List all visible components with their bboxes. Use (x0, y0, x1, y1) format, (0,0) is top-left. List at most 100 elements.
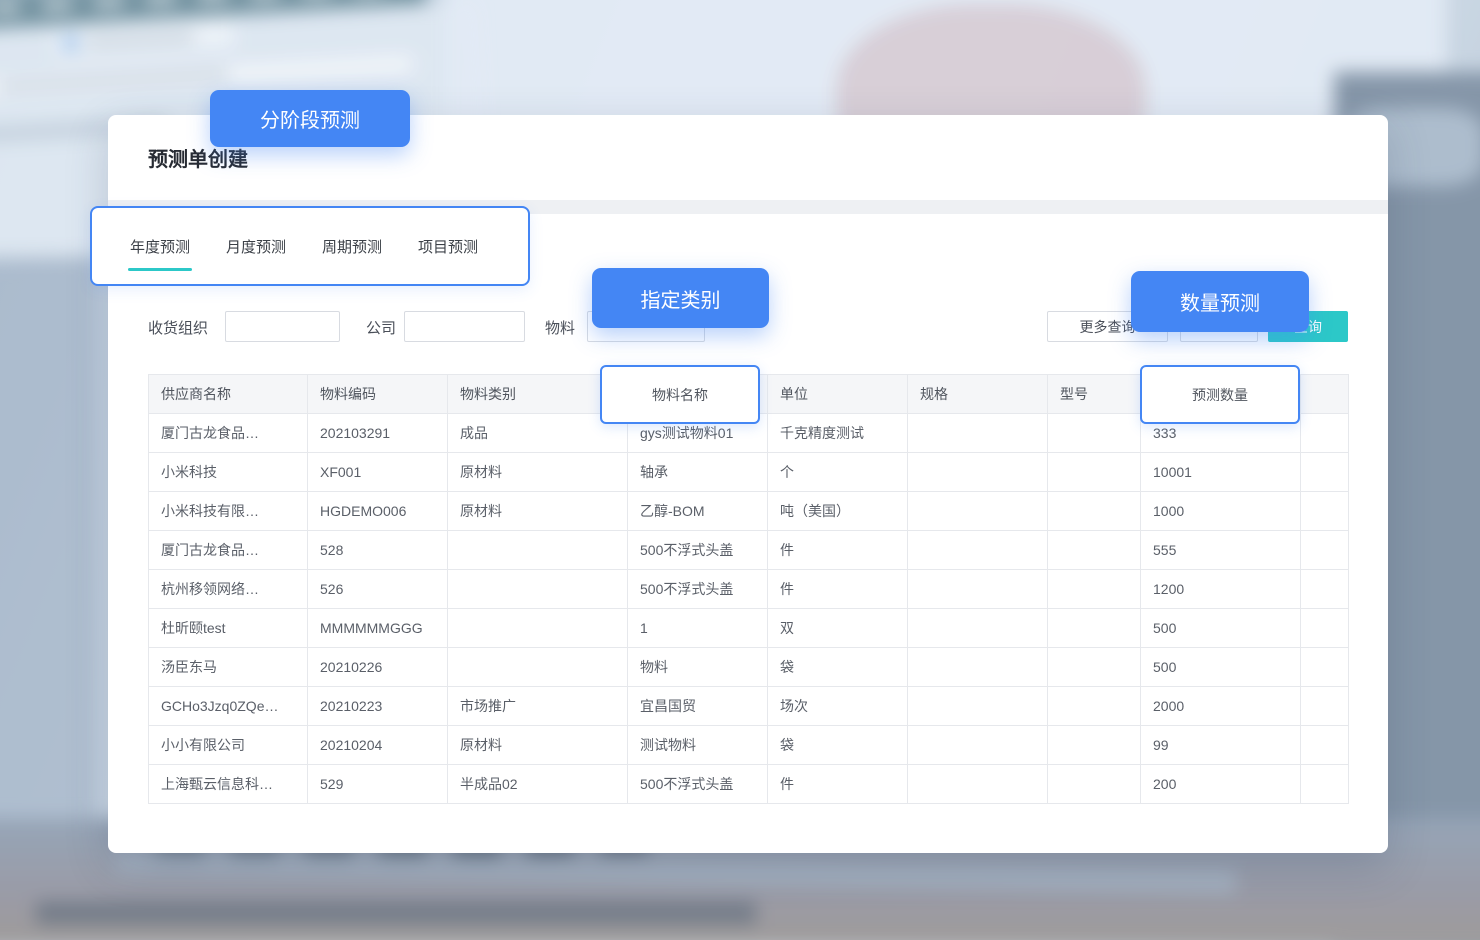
table-cell: 轴承 (628, 453, 768, 492)
table-cell (1301, 765, 1349, 804)
table-cell (908, 570, 1048, 609)
table-cell: 场次 (768, 687, 908, 726)
company-label: 公司 (366, 317, 396, 338)
phased-forecast-badge: 分阶段预测 (210, 90, 410, 147)
column-header: 物料编码 (308, 375, 448, 414)
background-bottom-shadow (36, 902, 756, 924)
receiving-org-input[interactable] (225, 311, 340, 342)
table-cell (1301, 531, 1349, 570)
table-cell: 10001 (1141, 453, 1301, 492)
table-cell (1301, 687, 1349, 726)
table-cell (1301, 414, 1349, 453)
table-cell: 20210226 (308, 648, 448, 687)
table-cell: 小米科技 (149, 453, 308, 492)
table-cell: 原材料 (448, 726, 628, 765)
table-cell: 2000 (1141, 687, 1301, 726)
tab-project-forecast[interactable]: 项目预测 (418, 236, 478, 257)
table-cell (448, 570, 628, 609)
table-cell (1301, 726, 1349, 765)
table-cell (908, 531, 1048, 570)
table-cell (448, 531, 628, 570)
tab-annual-forecast[interactable]: 年度预测 (130, 236, 190, 257)
table-row[interactable]: GCHo3Jzq0ZQe…20210223市场推广宜昌国贸场次 2000 (149, 687, 1349, 726)
background-menubar (0, 0, 427, 33)
table-cell (1048, 414, 1141, 453)
table-cell: 20210204 (308, 726, 448, 765)
table-cell (908, 648, 1048, 687)
background-laptop-edge (116, 850, 1236, 894)
table-cell: 杭州移领网络… (149, 570, 308, 609)
tab-cycle-forecast[interactable]: 周期预测 (322, 236, 382, 257)
table-cell: 厦门古龙食品… (149, 414, 308, 453)
table-cell: 袋 (768, 648, 908, 687)
forecast-panel: 预测单创建 年度预测 月度预测 周期预测 项目预测 收货组织 公司 物料 更多查… (108, 115, 1388, 853)
table-cell: 吨（美国） (768, 492, 908, 531)
table-cell: 厦门古龙食品… (149, 531, 308, 570)
table-cell (1048, 609, 1141, 648)
table-cell: 双 (768, 609, 908, 648)
table-cell: HGDEMO006 (308, 492, 448, 531)
specify-category-badge: 指定类别 (592, 268, 769, 328)
forecast-qty-highlight-box: 预测数量 (1140, 365, 1300, 424)
background-left-shade (0, 256, 96, 876)
table-cell: 200 (1141, 765, 1301, 804)
table-cell (1048, 531, 1141, 570)
table-cell (908, 492, 1048, 531)
table-row[interactable]: 小米科技XF001原材料轴承个10001 (149, 453, 1349, 492)
table-cell: MMMMMMGGG (308, 609, 448, 648)
quantity-forecast-badge: 数量预测 (1131, 271, 1309, 332)
table-cell: 529 (308, 765, 448, 804)
material-name-highlight-box: 物料名称 (600, 365, 760, 424)
table-row[interactable]: 小米科技有限…HGDEMO006原材料乙醇-BOM吨（美国）1000 (149, 492, 1349, 531)
table-cell: 原材料 (448, 453, 628, 492)
table-cell: 小小有限公司 (149, 726, 308, 765)
column-header: 供应商名称 (149, 375, 308, 414)
table-cell: 500不浮式头盖 (628, 765, 768, 804)
table-cell: 526 (308, 570, 448, 609)
column-header (1301, 375, 1349, 414)
table-cell (1048, 648, 1141, 687)
table-cell: 500 (1141, 648, 1301, 687)
table-cell: 乙醇-BOM (628, 492, 768, 531)
table-cell: 千克精度测试 (768, 414, 908, 453)
table-cell (448, 609, 628, 648)
column-header: 规格 (908, 375, 1048, 414)
table-cell (908, 687, 1048, 726)
forecast-table: 供应商名称物料编码物料类别物料名称单位规格型号预测数量 厦门古龙食品…20210… (148, 374, 1349, 804)
table-cell: XF001 (308, 453, 448, 492)
table-cell: 202103291 (308, 414, 448, 453)
table-row[interactable]: 杜昕颐testMMMMMMGGG 1双 500 (149, 609, 1349, 648)
table-cell (908, 609, 1048, 648)
table-cell: 500 (1141, 609, 1301, 648)
table-cell: 杜昕颐test (149, 609, 308, 648)
table-cell: 件 (768, 531, 908, 570)
material-label: 物料 (545, 317, 575, 338)
table-row[interactable]: 杭州移领网络…526500不浮式头盖件1200 (149, 570, 1349, 609)
table-cell: GCHo3Jzq0ZQe… (149, 687, 308, 726)
table-cell (1048, 765, 1141, 804)
tab-monthly-forecast[interactable]: 月度预测 (226, 236, 286, 257)
table-cell: 物料 (628, 648, 768, 687)
table-cell (908, 453, 1048, 492)
table-cell: 宜昌国贸 (628, 687, 768, 726)
table-row[interactable]: 上海甄云信息科…529半成品02500不浮式头盖件200 (149, 765, 1349, 804)
table-cell: 20210223 (308, 687, 448, 726)
table-cell: 原材料 (448, 492, 628, 531)
table-row[interactable]: 小小有限公司20210204原材料测试物料袋99 (149, 726, 1349, 765)
background-browser-tab (54, 21, 235, 57)
table-row[interactable]: 厦门古龙食品…528500不浮式头盖件555 (149, 531, 1349, 570)
table-cell (1048, 687, 1141, 726)
table-cell: 件 (768, 570, 908, 609)
table-cell (1301, 570, 1349, 609)
table-cell (448, 648, 628, 687)
company-input[interactable] (404, 311, 525, 342)
table-cell: 528 (308, 531, 448, 570)
table-cell: 市场推广 (448, 687, 628, 726)
column-header: 型号 (1048, 375, 1141, 414)
table-cell (1301, 492, 1349, 531)
table-cell (1048, 570, 1141, 609)
table-row[interactable]: 汤臣东马20210226 物料袋 500 (149, 648, 1349, 687)
table-cell: 1 (628, 609, 768, 648)
table-cell: 1200 (1141, 570, 1301, 609)
table-cell: 汤臣东马 (149, 648, 308, 687)
